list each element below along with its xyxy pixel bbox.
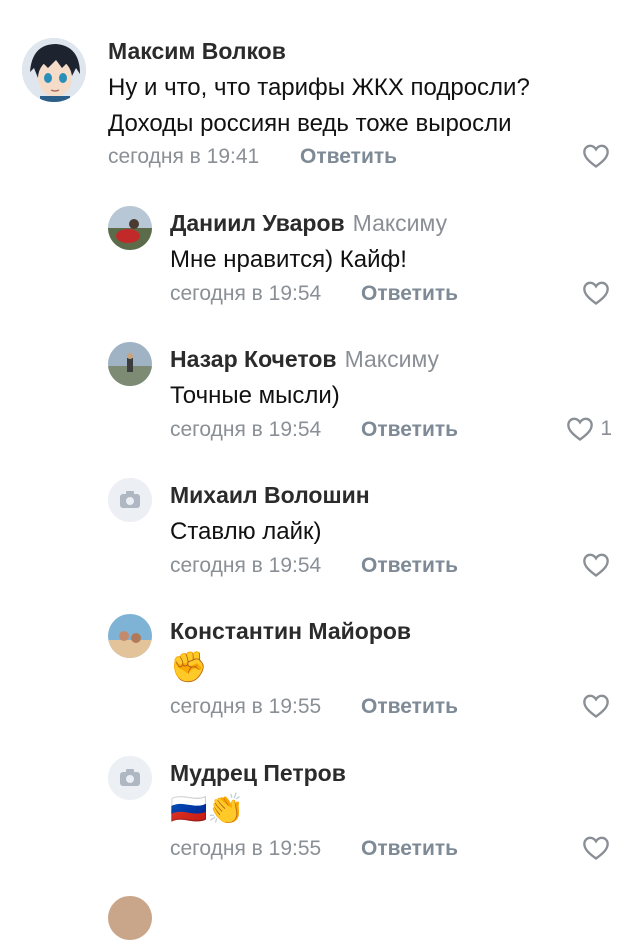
reply-button[interactable]: Ответить xyxy=(361,554,458,578)
like-button[interactable]: 1 xyxy=(566,416,612,442)
comment-timestamp: сегодня в 19:54 xyxy=(170,282,322,305)
comment: Михаил Волошин Ставлю лайк) сегодня в 19… xyxy=(0,452,640,588)
reply-to-label: Максиму xyxy=(352,210,448,236)
author-name[interactable]: Мудрец Петров xyxy=(170,760,346,786)
comment-text-line-2: Доходы россиян ведь тоже выросли xyxy=(108,110,512,137)
photo-avatar-image xyxy=(108,206,152,250)
heart-icon xyxy=(583,694,609,718)
comment-author[interactable]: Назар Кочетов Максиму xyxy=(170,346,439,373)
comment-timestamp: сегодня в 19:41 xyxy=(108,145,260,168)
avatar[interactable] xyxy=(22,38,86,102)
comment-text: Ставлю лайк) xyxy=(170,518,322,545)
author-name[interactable]: Назар Кочетов xyxy=(170,346,337,372)
avatar[interactable] xyxy=(108,614,152,658)
author-name[interactable]: Михаил Волошин xyxy=(170,482,370,508)
camera-placeholder-icon xyxy=(108,478,152,522)
like-button[interactable] xyxy=(582,143,610,169)
comment-reply: Назар Кочетов Максиму Точные мысли) сегод… xyxy=(0,316,640,452)
comment-author[interactable]: Мудрец Петров xyxy=(170,760,346,787)
anime-avatar-image xyxy=(22,38,86,102)
reply-button[interactable]: Ответить xyxy=(361,695,458,719)
avatar[interactable] xyxy=(108,342,152,386)
comment-emoji: 🇷🇺👏 xyxy=(170,793,245,826)
comment: Максим Волков Ну и что, что тарифы ЖКХ п… xyxy=(0,0,640,180)
comment-author[interactable]: Максим Волков xyxy=(108,38,286,65)
like-count: 1 xyxy=(600,417,612,440)
comment: Мудрец Петров 🇷🇺👏 сегодня в 19:55 Ответи… xyxy=(0,730,640,872)
photo-avatar-image xyxy=(108,896,152,940)
avatar[interactable] xyxy=(108,756,152,800)
comment-timestamp: сегодня в 19:55 xyxy=(170,837,322,860)
camera-placeholder-icon xyxy=(108,756,152,800)
comment-text: Ну и что, что тарифы ЖКХ подросли? xyxy=(108,74,530,101)
author-name[interactable]: Даниил Уваров xyxy=(170,210,345,236)
comment: Константин Майоров ✊ сегодня в 19:55 Отв… xyxy=(0,588,640,730)
heart-icon xyxy=(583,836,609,860)
comment-author[interactable]: Михаил Волошин xyxy=(170,482,370,509)
reply-button[interactable]: Ответить xyxy=(361,282,458,306)
heart-icon xyxy=(567,417,594,441)
comment-timestamp: сегодня в 19:55 xyxy=(170,695,322,718)
photo-avatar-image xyxy=(108,342,152,386)
heart-icon xyxy=(583,144,609,168)
reply-button[interactable]: Ответить xyxy=(300,145,397,169)
comment-timestamp: сегодня в 19:54 xyxy=(170,418,322,441)
comment-text: Мне нравится) Кайф! xyxy=(170,246,407,273)
like-button[interactable] xyxy=(582,280,610,306)
comment-reply: Даниил Уваров Максиму Мне нравится) Кайф!… xyxy=(0,180,640,316)
like-button[interactable] xyxy=(582,693,610,719)
comment-author[interactable]: Константин Майоров xyxy=(170,618,411,645)
heart-icon xyxy=(583,553,609,577)
comment-emoji: ✊ xyxy=(170,651,208,684)
heart-icon xyxy=(583,281,609,305)
comment-author[interactable]: Даниил Уваров Максиму xyxy=(170,210,447,237)
reply-button[interactable]: Ответить xyxy=(361,837,458,861)
avatar[interactable] xyxy=(108,478,152,522)
like-button[interactable] xyxy=(582,552,610,578)
author-name[interactable]: Максим Волков xyxy=(108,38,286,64)
reply-to-label: Максиму xyxy=(344,346,440,372)
comment-text: Точные мысли) xyxy=(170,382,340,409)
reply-button[interactable]: Ответить xyxy=(361,418,458,442)
author-name[interactable]: Константин Майоров xyxy=(170,618,411,644)
comment-timestamp: сегодня в 19:54 xyxy=(170,554,322,577)
avatar[interactable] xyxy=(108,896,152,940)
photo-avatar-image xyxy=(108,614,152,658)
avatar[interactable] xyxy=(108,206,152,250)
like-button[interactable] xyxy=(582,835,610,861)
